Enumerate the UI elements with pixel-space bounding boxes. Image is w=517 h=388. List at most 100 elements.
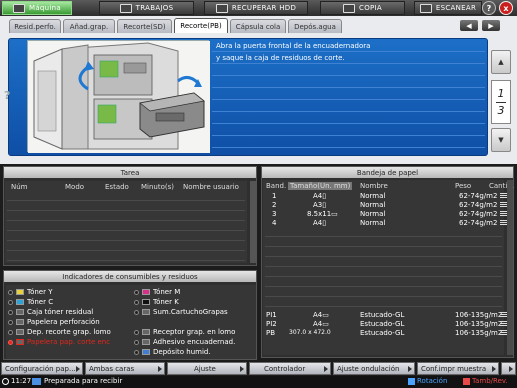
recuperar-hdd-button[interactable]: RECUPERAR HDD [204,1,308,15]
job-list[interactable]: Núm Modo Estado Minuto(s) Nombre usuario [5,181,247,263]
adjust-button[interactable]: Ajuste [167,362,247,375]
tab-recorte-sd[interactable]: Recorte(SD) [117,19,172,33]
page-up-button[interactable]: ▲ [491,50,511,74]
consumable-toner-m[interactable]: Tóner M [134,288,180,296]
job-row [7,202,245,211]
job-row [7,242,245,251]
tray-row-pb[interactable]: PB 307.0 x 472.0 Estucado-GL 106-135g/m2 [263,329,512,338]
arrow-right-icon [76,366,80,372]
guidance-help-icon[interactable]: ? [4,89,10,102]
close-button[interactable]: x [499,1,513,15]
tamb-rev-indicator: Tamb/Rev. [463,377,508,385]
guidance-line-1: Abra la puerta frontal de la encuadernad… [216,42,371,50]
tab-anad-grap[interactable]: Añad.grap. [63,19,115,33]
guidance-pager: ▲ 1 3 ▼ [491,50,511,154]
tab-depos-agua[interactable]: Depós.agua [288,19,342,33]
paper-tray-scrollbar[interactable] [507,180,513,355]
consumable-spine-trim[interactable]: Dep. recorte grap. lomo [8,328,111,336]
guidance-line-2: y saque la caja de residuos de corte. [216,54,345,62]
arrow-right-icon [492,366,496,372]
tab-recorte-pb[interactable]: Recorte(PB) [174,18,228,33]
consumable-waste-toner-box[interactable]: Caja tóner residual [8,308,93,316]
tab-prev-button[interactable]: ◀ [460,20,478,31]
curl-adjust-button[interactable]: Ajuste ondulación [333,362,415,375]
sample-print-config-button[interactable]: Conf.impr muestra [417,362,499,375]
tab-capsula-cola[interactable]: Cápsula cola [230,19,286,33]
job-col-status: Estado [105,183,129,191]
job-list-scrollbar[interactable] [250,181,256,263]
consumable-staple-cartridge[interactable]: Sum.CartuchoGrapas [134,308,228,316]
job-row [7,222,245,231]
paper-tray-list[interactable]: Band. Tamaño(Un. mm) Nombre Peso Cantid.… [263,180,514,355]
job-col-mode: Modo [65,183,85,191]
consumable-tabs: Resid.perfo. Añad.grap. Recorte(SD) Reco… [0,18,517,33]
copy-icon [343,3,355,13]
job-row [7,232,245,241]
status-dot-icon [134,329,139,335]
adhesive-icon [142,339,150,345]
hdd-icon [215,3,228,13]
status-dot-icon [8,319,13,325]
status-dot-icon [8,289,13,295]
page-down-button[interactable]: ▼ [491,128,511,152]
function-more-button[interactable] [501,362,516,375]
page-current: 1 [497,86,505,100]
page-total: 3 [497,103,505,117]
arrow-right-icon [158,366,162,372]
tray-col-weight: Peso [455,182,472,190]
clock-icon [2,377,9,385]
consumable-toner-y[interactable]: Tóner Y [8,288,53,296]
finisher-illustration [27,40,210,153]
paper-tray-title: Bandeja de papel [262,167,513,178]
tray-col-band: Band. [266,182,287,190]
controller-button[interactable]: Controlador [249,362,331,375]
arrow-right-icon [509,366,513,372]
consumable-toner-k[interactable]: Tóner K [134,298,179,306]
trabajos-mode-button[interactable]: TRABAJOS [99,1,194,15]
consumable-trim-waste-alert[interactable]: Papelera pap. corte enc [8,338,110,346]
rotation-indicator: Rotación [408,377,447,385]
status-dot-icon [134,349,139,355]
tray-col-size: Tamaño(Un. mm) [288,182,353,190]
paper-config-button[interactable]: Configuración pap... [1,362,83,375]
page-indicator: 1 3 [491,80,511,124]
tray-row-2[interactable]: 2 A3▯ Normal 62-74g/m2 [263,201,512,210]
staple-icon [142,309,150,315]
job-panel: Tarea Núm Modo Estado Minuto(s) Nombre u… [3,166,257,266]
waste-box-icon [16,309,24,315]
consumable-punch-waste[interactable]: Papelera perforación [8,318,100,326]
status-dot-icon [134,289,139,295]
scan-icon [419,3,432,13]
status-dot-icon [8,309,13,315]
toner-icon [142,289,150,295]
punch-icon [16,319,24,325]
tab-next-button[interactable]: ▶ [482,20,500,31]
status-dot-icon [134,299,139,305]
job-row [7,212,245,221]
duplex-button[interactable]: Ambas caras [85,362,165,375]
tray-row-pi1[interactable]: PI1 A4▭ Estucado-GL 106-135g/m2 [263,311,512,320]
trim-icon [16,329,24,335]
toner-icon [16,289,24,295]
consumable-humid-tank[interactable]: Depósito humid. [134,348,211,356]
consumable-binding-adhesive[interactable]: Adhesivo encuadernad. [134,338,235,346]
tray-row-1[interactable]: 1 A4▯ Normal 62-74g/m2 [263,192,512,201]
maquina-mode-button[interactable]: Máquina [2,1,72,15]
escanear-mode-button[interactable]: ESCANEAR [414,1,482,15]
consumable-toner-c[interactable]: Tóner C [8,298,53,306]
tray-row-3[interactable]: 3 8.5x11▭ Normal 62-74g/m2 [263,210,512,219]
function-buttons: Configuración pap... Ambas caras Ajuste … [0,362,517,375]
status-dot-icon [134,339,139,345]
guidance-message: Abra la puerta frontal de la encuadernad… [212,40,485,152]
consumable-spine-staple-receiver[interactable]: Receptor grap. en lomo [134,328,235,336]
copia-mode-button[interactable]: COPIA [320,1,405,15]
status-dot-icon [8,299,13,305]
help-button[interactable]: ? [482,1,496,15]
tray-row-4[interactable]: 4 A4▯ Normal 62-74g/m2 [263,219,512,228]
jobs-icon [119,3,132,13]
consumables-title: Indicadores de consumibles y residuos [4,271,256,282]
status-dot-icon [8,329,13,335]
tray-row-pi2[interactable]: PI2 A4▭ Estucado-GL 106-135g/m2 [263,320,512,329]
reverse-icon [463,377,470,385]
tab-resid-perfo[interactable]: Resid.perfo. [9,19,61,33]
